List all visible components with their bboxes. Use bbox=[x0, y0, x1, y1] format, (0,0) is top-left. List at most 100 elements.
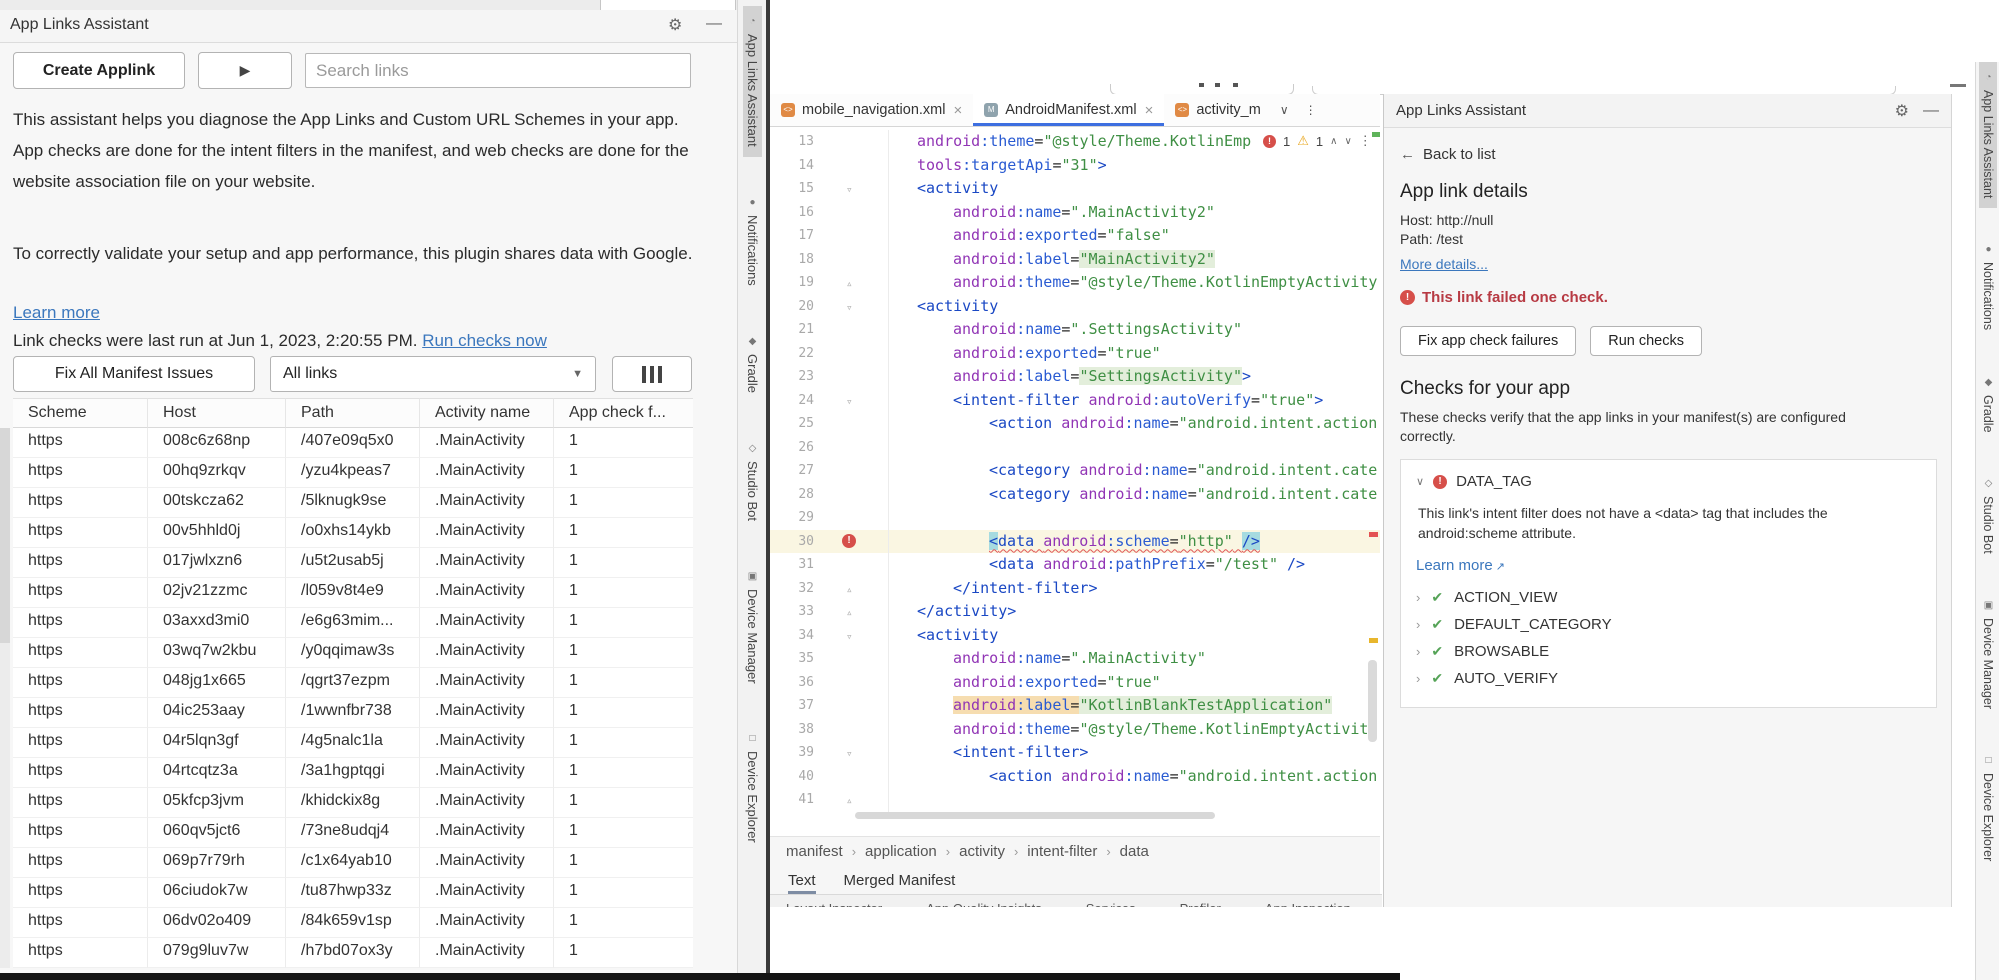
tool-strip-tab-device-manager[interactable]: ▣Device Manager bbox=[743, 561, 762, 694]
code-line[interactable]: 15▿<activity bbox=[770, 177, 1380, 201]
fold-down-icon[interactable]: ▿ bbox=[846, 742, 853, 766]
fold-down-icon[interactable]: ▿ bbox=[846, 625, 853, 649]
code-line[interactable]: 17android:exported="false" bbox=[770, 224, 1380, 248]
editor-tab-androidmanifest-xml[interactable]: MAndroidManifest.xml× bbox=[973, 94, 1164, 126]
chevron-down-icon[interactable]: ∨ bbox=[1416, 475, 1424, 488]
run-button-play-icon[interactable]: ▶ bbox=[198, 52, 292, 89]
tab-merged-manifest[interactable]: Merged Manifest bbox=[844, 866, 956, 894]
editor-horizontal-scrollbar[interactable] bbox=[855, 812, 1215, 819]
table-row[interactable]: https06dv02o409/84k659v1sp.MainActivity1 bbox=[13, 908, 693, 938]
close-icon[interactable]: × bbox=[1145, 102, 1154, 119]
breadcrumb-item-intent-filter[interactable]: intent-filter bbox=[1027, 843, 1097, 860]
table-row[interactable]: https060qv5jct6/73ne8udqj4.MainActivity1 bbox=[13, 818, 693, 848]
close-icon[interactable]: × bbox=[953, 102, 962, 119]
fold-down-icon[interactable]: ▿ bbox=[846, 390, 853, 414]
table-row[interactable]: https00tskcza62/5lknugk9se.MainActivity1 bbox=[13, 488, 693, 518]
run-checks-now-link[interactable]: Run checks now bbox=[422, 331, 547, 350]
gear-icon[interactable]: ⚙ bbox=[1895, 101, 1909, 121]
tool-strip-tab-device-explorer[interactable]: □Device Explorer bbox=[743, 723, 762, 853]
table-row[interactable]: https00hq9zrkqv/yzu4kpeas7.MainActivity1 bbox=[13, 458, 693, 488]
code-line[interactable]: 41▵ bbox=[770, 788, 1380, 812]
table-row[interactable]: https017jwlxzn6/u5t2usab5j.MainActivity1 bbox=[13, 548, 693, 578]
table-row[interactable]: https069p7r79rh/c1x64yab10.MainActivity1 bbox=[13, 848, 693, 878]
column-header-activity-name[interactable]: Activity name bbox=[420, 398, 554, 428]
fold-up-icon[interactable]: ▵ bbox=[846, 578, 853, 602]
table-row[interactable]: https079g9luv7w/h7bd07ox3y.MainActivity1 bbox=[13, 938, 693, 968]
back-to-list-link[interactable]: ←Back to list bbox=[1400, 146, 1935, 163]
toolwindow-button-app-inspection[interactable]: App Inspection bbox=[1265, 901, 1351, 907]
tool-strip-tab-device-manager[interactable]: ▣Device Manager bbox=[1979, 590, 1997, 719]
column-header-host[interactable]: Host bbox=[148, 398, 286, 428]
check-item-default-category[interactable]: ›✔DEFAULT_CATEGORY bbox=[1416, 611, 1921, 638]
table-row[interactable]: https06ciudok7w/tu87hwp33z.MainActivity1 bbox=[13, 878, 693, 908]
chevron-right-icon[interactable]: › bbox=[1416, 590, 1420, 605]
code-line[interactable]: 33▵</activity> bbox=[770, 600, 1380, 624]
chevron-right-icon[interactable]: › bbox=[1416, 644, 1420, 659]
code-line[interactable]: 40<action android:name="android.intent.a… bbox=[770, 765, 1380, 789]
breadcrumb-item-manifest[interactable]: manifest bbox=[786, 843, 843, 860]
column-header-scheme[interactable]: Scheme bbox=[13, 398, 148, 428]
code-line[interactable]: 24▿<intent-filter android:autoVerify="tr… bbox=[770, 389, 1380, 413]
toolwindow-button-services[interactable]: Services bbox=[1086, 901, 1136, 907]
table-row[interactable]: https02jv21zzmc/l059v8t4e9.MainActivity1 bbox=[13, 578, 693, 608]
breadcrumb-item-data[interactable]: data bbox=[1120, 843, 1149, 860]
code-line[interactable]: 25<action android:name="android.intent.a… bbox=[770, 412, 1380, 436]
code-line[interactable]: 32▵</intent-filter> bbox=[770, 577, 1380, 601]
fix-all-manifest-issues-button[interactable]: Fix All Manifest Issues bbox=[13, 356, 255, 392]
code-line[interactable]: 20▿<activity bbox=[770, 295, 1380, 319]
chevron-right-icon[interactable]: › bbox=[1416, 671, 1420, 686]
table-row[interactable]: https05kfcp3jvm/khidckix8g.MainActivity1 bbox=[13, 788, 693, 818]
code-line[interactable]: 36android:exported="true" bbox=[770, 671, 1380, 695]
tool-strip-tab-app-links-assistant[interactable]: ◔App Links Assistant bbox=[743, 6, 762, 157]
table-row[interactable]: https04rtcqtz3a/3a1hgptqgi.MainActivity1 bbox=[13, 758, 693, 788]
editor-tab-activity-m[interactable]: <>activity_m bbox=[1164, 94, 1271, 126]
fold-up-icon[interactable]: ▵ bbox=[846, 272, 853, 296]
table-row[interactable]: https048jg1x665/qgrt37ezpm.MainActivity1 bbox=[13, 668, 693, 698]
create-applink-button[interactable]: Create Applink bbox=[13, 52, 185, 89]
table-scrollbar-thumb[interactable] bbox=[0, 428, 10, 643]
more-details-link[interactable]: More details... bbox=[1400, 256, 1488, 272]
table-row[interactable]: https03axxd3mi0/e6g63mim....MainActivity… bbox=[13, 608, 693, 638]
code-line[interactable]: 18android:label="MainActivity2" bbox=[770, 248, 1380, 272]
tool-strip-tab-gradle[interactable]: ◆Gradle bbox=[1979, 367, 1997, 443]
learn-more-link[interactable]: Learn more bbox=[13, 303, 100, 322]
prev-problem-icon[interactable]: ∧ bbox=[1330, 136, 1337, 147]
tool-strip-tab-app-links-assistant[interactable]: ◔App Links Assistant bbox=[1979, 62, 1997, 208]
more-options-icon[interactable]: ⋮ bbox=[1297, 94, 1325, 126]
code-line[interactable]: 28<category android:name="android.intent… bbox=[770, 483, 1380, 507]
more-options-icon[interactable]: ⋮ bbox=[1359, 133, 1372, 149]
tool-strip-tab-notifications[interactable]: ●Notifications bbox=[743, 187, 762, 296]
fold-down-icon[interactable]: ▿ bbox=[846, 178, 853, 202]
code-line[interactable]: 23android:label="SettingsActivity"> bbox=[770, 365, 1380, 389]
code-editor[interactable]: 13android:theme="@style/Theme.KotlinEmp1… bbox=[770, 130, 1380, 812]
link-filter-dropdown[interactable]: All links ▼ bbox=[270, 356, 596, 392]
learn-more-link[interactable]: Learn more bbox=[1416, 557, 1493, 574]
table-row[interactable]: https04ic253aay/1wwnfbr738.MainActivity1 bbox=[13, 698, 693, 728]
search-input[interactable] bbox=[305, 53, 691, 88]
code-line[interactable]: 30!<data android:scheme="http" /> bbox=[770, 530, 1380, 554]
chevron-right-icon[interactable]: › bbox=[1416, 617, 1420, 632]
column-header-path[interactable]: Path bbox=[286, 398, 420, 428]
editor-tab-mobile-navigation-xml[interactable]: <>mobile_navigation.xml× bbox=[770, 94, 973, 126]
tool-strip-tab-gradle[interactable]: ◆Gradle bbox=[743, 326, 762, 403]
table-row[interactable]: https00v5hhld0j/o0xhs14ykb.MainActivity1 bbox=[13, 518, 693, 548]
code-line[interactable]: 31<data android:pathPrefix="/test" /> bbox=[770, 553, 1380, 577]
chevron-down-icon[interactable]: ∨ bbox=[1272, 94, 1297, 126]
inspection-widget[interactable]: ! 1 ⚠ 1 ∧ ∨ ⋮ bbox=[1257, 131, 1378, 151]
code-line[interactable]: 16android:name=".MainActivity2" bbox=[770, 201, 1380, 225]
breadcrumb-item-application[interactable]: application bbox=[865, 843, 937, 860]
code-line[interactable]: 29 bbox=[770, 506, 1380, 530]
code-line[interactable]: 34▿<activity bbox=[770, 624, 1380, 648]
code-line[interactable]: 21android:name=".SettingsActivity" bbox=[770, 318, 1380, 342]
check-item-browsable[interactable]: ›✔BROWSABLE bbox=[1416, 638, 1921, 665]
column-header-app-check-f-[interactable]: App check f... bbox=[554, 398, 693, 428]
fold-up-icon[interactable]: ▵ bbox=[846, 601, 853, 625]
table-row[interactable]: https04r5lqn3gf/4g5nalc1la.MainActivity1 bbox=[13, 728, 693, 758]
code-line[interactable]: 26 bbox=[770, 436, 1380, 460]
code-line[interactable]: 27<category android:name="android.intent… bbox=[770, 459, 1380, 483]
tool-strip-tab-studio-bot[interactable]: ◇Studio Bot bbox=[1979, 468, 1997, 564]
minimize-icon[interactable]: — bbox=[1923, 102, 1939, 120]
table-row[interactable]: https03wq7w2kbu/y0qqimaw3s.MainActivity1 bbox=[13, 638, 693, 668]
check-item-auto-verify[interactable]: ›✔AUTO_VERIFY bbox=[1416, 665, 1921, 692]
code-line[interactable]: 39▿<intent-filter> bbox=[770, 741, 1380, 765]
